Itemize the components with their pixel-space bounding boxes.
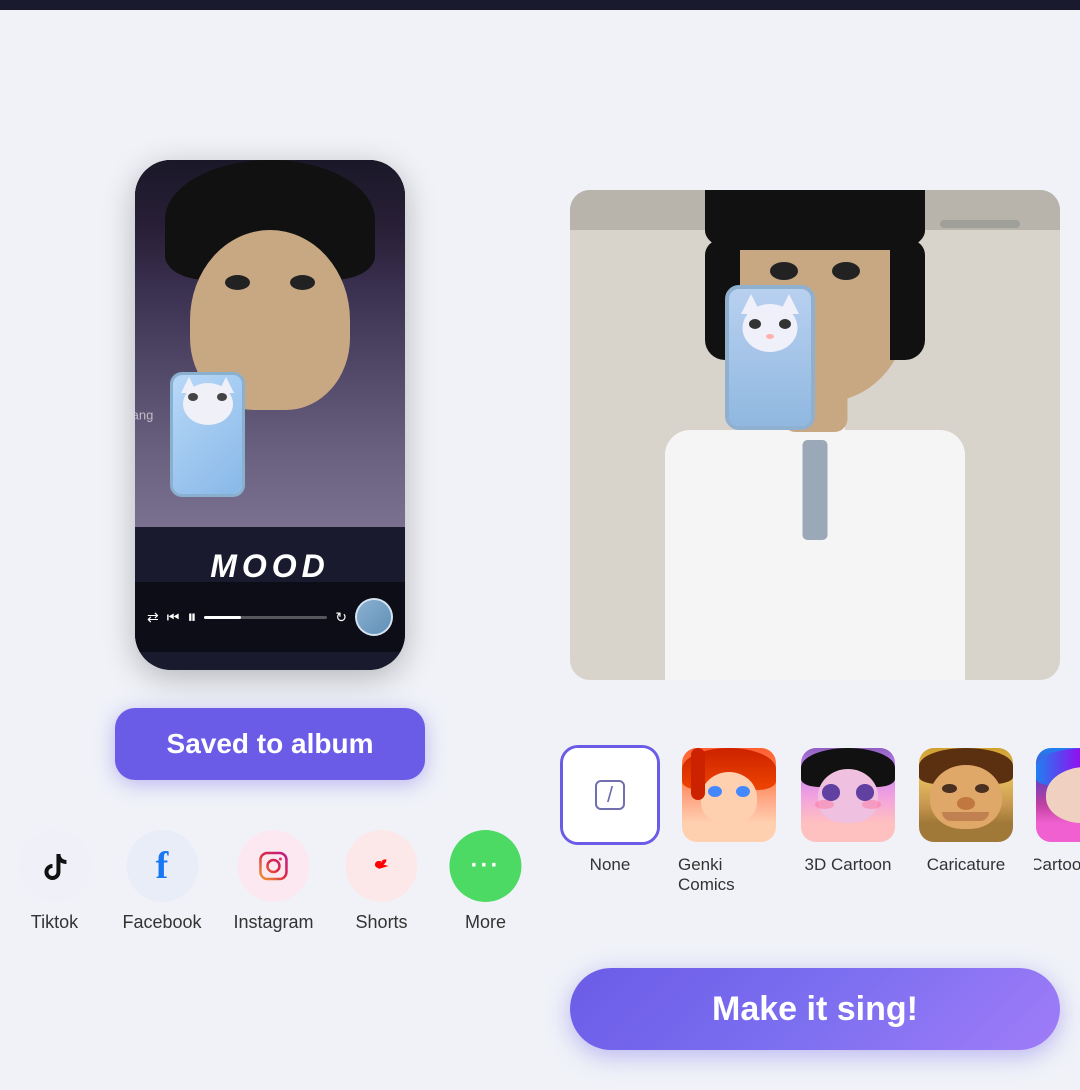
- none-slash-icon: [595, 780, 625, 810]
- phone-content: Your own persona Own those poles MOOD ⇄ …: [135, 160, 405, 670]
- share-facebook[interactable]: f Facebook: [122, 830, 201, 933]
- filter-caricature[interactable]: Caricature: [916, 745, 1016, 875]
- filter-3dcartoon[interactable]: 3D Cartoon: [798, 745, 898, 875]
- filter-none[interactable]: None: [560, 745, 660, 875]
- filter-genki-thumb[interactable]: [679, 745, 779, 845]
- filter-genki[interactable]: Genki Comics: [678, 745, 780, 895]
- caricature-preview: [919, 748, 1013, 842]
- shorts-icon[interactable]: [346, 830, 418, 902]
- right-panel: None Genki Comics: [540, 10, 1080, 1090]
- tiktok-label: Tiktok: [31, 912, 78, 933]
- mood-label: MOOD: [135, 548, 405, 585]
- tiktok-icon[interactable]: [18, 830, 90, 902]
- share-instagram[interactable]: Instagram: [234, 830, 314, 933]
- refresh-icon[interactable]: ↻: [335, 609, 347, 626]
- avatar: [355, 598, 393, 636]
- filter-3dcartoon-label: 3D Cartoon: [805, 855, 892, 875]
- share-shorts[interactable]: Shorts: [346, 830, 418, 933]
- top-bar: [0, 0, 1080, 10]
- share-row: Tiktok f Facebook: [18, 830, 521, 933]
- left-panel: Your own persona Own those poles MOOD ⇄ …: [0, 10, 540, 1090]
- pause-icon[interactable]: ⏸: [187, 607, 196, 628]
- make-it-sing-button[interactable]: Make it sing!: [570, 968, 1060, 1050]
- facebook-icon[interactable]: f: [126, 830, 198, 902]
- genki-preview: [682, 748, 776, 842]
- saved-to-album-button[interactable]: Saved to album: [115, 708, 425, 780]
- photo-background: [570, 190, 1060, 680]
- filter-genki-label: Genki Comics: [678, 855, 780, 895]
- filter-caricature-thumb[interactable]: [916, 745, 1016, 845]
- shuffle-icon[interactable]: ⇄: [147, 609, 159, 626]
- filter-3dcartoon-thumb[interactable]: [798, 745, 898, 845]
- filter-cartoon[interactable]: Cartoon: [1034, 745, 1080, 875]
- shorts-label: Shorts: [356, 912, 408, 933]
- facebook-label: Facebook: [122, 912, 201, 933]
- phone-in-hand: [170, 372, 245, 497]
- filter-none-thumb[interactable]: [560, 745, 660, 845]
- main-photo: [570, 190, 1060, 680]
- more-label: More: [465, 912, 506, 933]
- progress-fill: [204, 616, 241, 619]
- filter-none-label: None: [590, 855, 631, 875]
- progress-bar[interactable]: [204, 616, 327, 619]
- instagram-label: Instagram: [234, 912, 314, 933]
- filter-row: None Genki Comics: [560, 745, 1080, 895]
- filter-caricature-label: Caricature: [927, 855, 1005, 875]
- cartoon-preview: [1036, 748, 1080, 842]
- more-icon[interactable]: ···: [450, 830, 522, 902]
- change-hint: Chang: [135, 408, 153, 423]
- share-tiktok[interactable]: Tiktok: [18, 830, 90, 933]
- share-more[interactable]: ··· More: [450, 830, 522, 933]
- phone-photo-area: Your own persona Own those poles: [135, 160, 405, 527]
- phone-mockup: Your own persona Own those poles MOOD ⇄ …: [135, 160, 405, 670]
- avatar-image: [357, 600, 391, 634]
- music-controls: ⇄ ⏮ ⏸ ↻: [135, 582, 405, 652]
- instagram-icon[interactable]: [238, 830, 310, 902]
- prev-icon[interactable]: ⏮: [167, 609, 180, 626]
- filter-cartoon-thumb[interactable]: [1034, 745, 1080, 845]
- filter-cartoon-label: Cartoon: [1034, 855, 1080, 875]
- 3dcartoon-preview: [801, 748, 895, 842]
